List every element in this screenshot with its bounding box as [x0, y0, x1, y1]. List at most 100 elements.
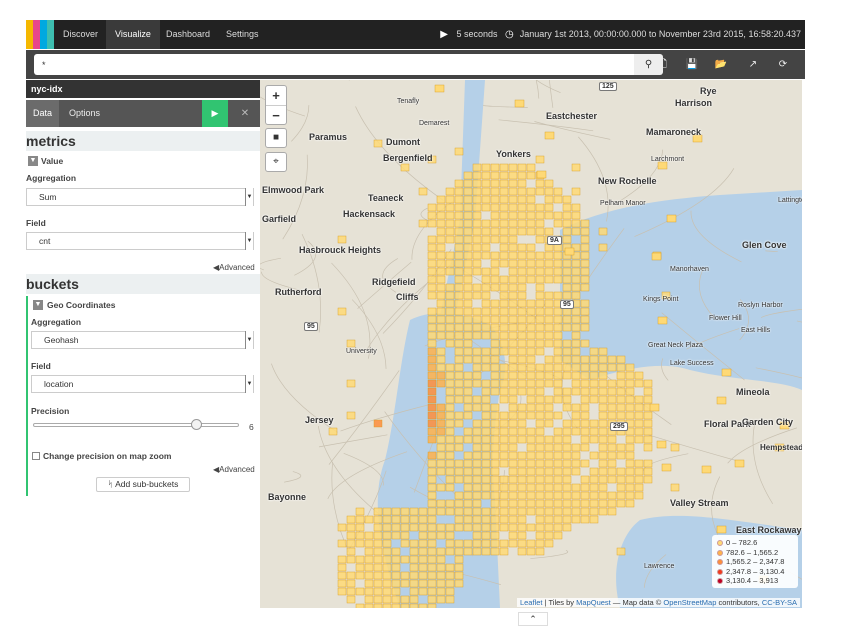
geohash-cell[interactable] — [454, 459, 464, 468]
geohash-cell[interactable] — [400, 595, 410, 604]
time-range[interactable]: January 1st 2013, 00:00:00.000 to Novemb… — [520, 29, 801, 39]
geohash-cell[interactable] — [544, 403, 554, 412]
geohash-cell[interactable] — [418, 531, 428, 540]
geohash-cell[interactable] — [490, 515, 500, 524]
geohash-cell[interactable] — [544, 203, 554, 212]
geohash-cell[interactable] — [571, 259, 581, 268]
geohash-cell[interactable] — [409, 571, 419, 580]
geohash-cell[interactable] — [571, 411, 581, 420]
geohash-cell[interactable] — [544, 419, 554, 428]
geohash-cell[interactable] — [454, 523, 464, 532]
geohash-cell[interactable] — [472, 331, 482, 340]
geohash-cell[interactable] — [580, 355, 590, 364]
geohash-cell[interactable] — [526, 323, 536, 332]
geohash-cell[interactable] — [337, 235, 347, 244]
geohash-cell[interactable] — [508, 211, 518, 220]
geohash-cell[interactable] — [445, 467, 455, 476]
geohash-cell[interactable] — [562, 275, 572, 284]
geohash-cell[interactable] — [535, 227, 545, 236]
save-icon[interactable]: 💾 — [681, 54, 703, 75]
geohash-cell[interactable] — [481, 483, 491, 492]
geohash-cell[interactable] — [526, 203, 536, 212]
geohash-cell[interactable] — [616, 395, 626, 404]
geohash-cell[interactable] — [481, 427, 491, 436]
geohash-cell[interactable] — [346, 531, 356, 540]
geohash-cell[interactable] — [436, 483, 446, 492]
geohash-cell[interactable] — [508, 323, 518, 332]
geohash-cell[interactable] — [472, 379, 482, 388]
geohash-cell[interactable] — [445, 203, 455, 212]
geohash-cell[interactable] — [517, 259, 527, 268]
geohash-cell[interactable] — [508, 507, 518, 516]
geohash-cell[interactable] — [535, 275, 545, 284]
geohash-cell[interactable] — [445, 195, 455, 204]
geohash-cell[interactable] — [436, 267, 446, 276]
geohash-cell[interactable] — [598, 459, 608, 468]
geohash-cell[interactable] — [643, 411, 653, 420]
geohash-cell[interactable] — [670, 483, 680, 492]
geohash-cell[interactable] — [436, 347, 446, 356]
geohash-cell[interactable] — [571, 459, 581, 468]
geohash-cell[interactable] — [571, 275, 581, 284]
geohash-cell[interactable] — [526, 227, 536, 236]
geohash-cell[interactable] — [481, 459, 491, 468]
geohash-cell[interactable] — [580, 235, 590, 244]
geohash-cell[interactable] — [463, 459, 473, 468]
geohash-cell[interactable] — [364, 579, 374, 588]
geohash-cell[interactable] — [355, 603, 365, 608]
geohash-cell[interactable] — [364, 547, 374, 556]
geohash-cell[interactable] — [490, 211, 500, 220]
geohash-cell[interactable] — [463, 483, 473, 492]
geohash-cell[interactable] — [427, 355, 437, 364]
geohash-cell[interactable] — [355, 571, 365, 580]
geohash-cell[interactable] — [535, 315, 545, 324]
geohash-cell[interactable] — [535, 491, 545, 500]
geohash-cell[interactable] — [625, 451, 635, 460]
geohash-cell[interactable] — [472, 171, 482, 180]
geohash-cell[interactable] — [526, 379, 536, 388]
geohash-cell[interactable] — [445, 339, 455, 348]
geohash-cell[interactable] — [508, 227, 518, 236]
geohash-cell[interactable] — [517, 507, 527, 516]
geohash-cell[interactable] — [508, 163, 518, 172]
geohash-cell[interactable] — [427, 595, 437, 604]
geohash-cell[interactable] — [391, 571, 401, 580]
geohash-cell[interactable] — [535, 507, 545, 516]
geohash-cell[interactable] — [508, 483, 518, 492]
share-icon[interactable]: ↗ — [742, 54, 764, 75]
geohash-cell[interactable] — [472, 491, 482, 500]
geohash-cell[interactable] — [544, 459, 554, 468]
geohash-cell[interactable] — [544, 179, 554, 188]
geohash-cell[interactable] — [490, 323, 500, 332]
geohash-cell[interactable] — [445, 379, 455, 388]
geohash-cell[interactable] — [571, 219, 581, 228]
geohash-cell[interactable] — [427, 475, 437, 484]
geohash-cell[interactable] — [472, 291, 482, 300]
geohash-cell[interactable] — [526, 547, 536, 556]
geohash-cell[interactable] — [391, 579, 401, 588]
geohash-cell[interactable] — [427, 403, 437, 412]
geohash-cell[interactable] — [517, 355, 527, 364]
geohash-cell[interactable] — [643, 419, 653, 428]
geohash-cell[interactable] — [514, 99, 525, 108]
geohash-cell[interactable] — [490, 371, 500, 380]
geohash-cell[interactable] — [481, 323, 491, 332]
geohash-cell[interactable] — [616, 443, 626, 452]
geohash-cell[interactable] — [526, 523, 536, 532]
geohash-cell[interactable] — [454, 331, 464, 340]
geohash-cell[interactable] — [472, 315, 482, 324]
geohash-cell[interactable] — [508, 363, 518, 372]
geohash-cell[interactable] — [571, 371, 581, 380]
geohash-cell[interactable] — [734, 459, 745, 468]
geohash-cell[interactable] — [553, 379, 563, 388]
geohash-cell[interactable] — [535, 339, 545, 348]
geohash-cell[interactable] — [481, 251, 491, 260]
geohash-cell[interactable] — [463, 387, 473, 396]
geohash-cell[interactable] — [445, 331, 455, 340]
geohash-cell[interactable] — [436, 595, 446, 604]
geohash-cell[interactable] — [490, 195, 500, 204]
geohash-cell[interactable] — [490, 307, 500, 316]
geohash-cell[interactable] — [373, 139, 383, 148]
tab-options[interactable]: Options — [62, 100, 107, 127]
geohash-cell[interactable] — [535, 219, 545, 228]
